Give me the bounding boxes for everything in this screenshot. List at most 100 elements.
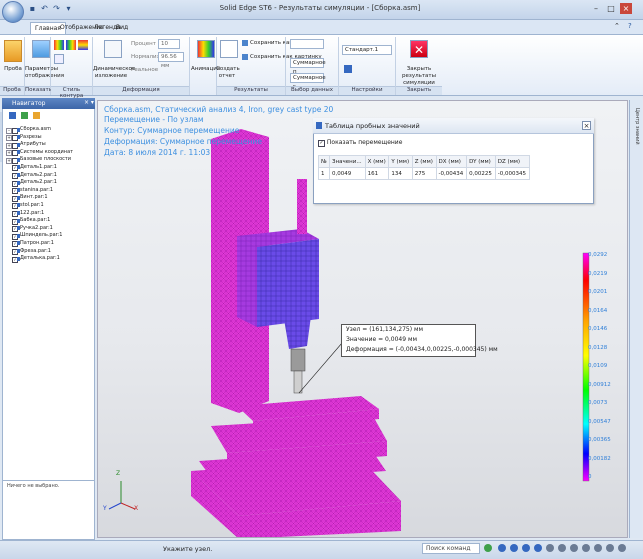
filter-icon[interactable] <box>21 112 28 119</box>
percent-input[interactable]: 10 <box>158 39 180 49</box>
tree-item[interactable]: ✓ Патрон.par:1 <box>4 240 94 248</box>
tree-item[interactable]: ✓ Винт.par:1 <box>4 194 94 202</box>
view-orient-icon[interactable] <box>546 544 554 552</box>
save-icon[interactable]: ▪ <box>28 4 37 13</box>
data-select-1[interactable] <box>290 39 324 49</box>
contour-style-icon-3[interactable] <box>78 40 88 50</box>
col-no[interactable]: № <box>317 155 331 168</box>
help-icon[interactable]: ? <box>628 22 632 30</box>
settings-icon[interactable] <box>344 65 352 73</box>
right-dock-strip <box>629 100 642 538</box>
probe-button-label[interactable]: Проба <box>2 66 24 73</box>
tree-item-label: Патрон.par:1 <box>20 239 54 246</box>
application-button[interactable] <box>2 1 24 23</box>
lighting-icon[interactable] <box>594 544 602 552</box>
display-mode-icon[interactable] <box>570 544 578 552</box>
contour-style-icon-4[interactable] <box>54 54 64 64</box>
minimize-icon[interactable]: – <box>590 3 602 14</box>
standard-select[interactable]: Стандарт.1 <box>342 45 392 55</box>
tree-item[interactable]: ✓ Деталь1.par:1 <box>4 164 94 172</box>
tree-item[interactable]: ✓ Деталь2.par:1 <box>4 179 94 187</box>
tab-view[interactable]: Вид <box>112 22 132 34</box>
tree-item[interactable]: ✓ Деталь2.par:1 <box>4 172 94 180</box>
col-dy[interactable]: DY (мм) <box>466 155 496 168</box>
tree-item[interactable]: ✓ 122.par:1 <box>4 210 94 218</box>
redo-icon[interactable]: ↷ <box>52 4 61 13</box>
undo-icon[interactable]: ↶ <box>40 4 49 13</box>
tree-item[interactable]: + Базовые плоскости <box>4 156 94 164</box>
tree-item[interactable]: ✓ Бабка.par:1 <box>4 217 94 225</box>
show-move-checkbox[interactable]: ✓ Показать перемещение <box>318 139 402 147</box>
analysis-title: Сборка.asm, Статический анализ 4, Iron, … <box>104 105 334 114</box>
section-icon[interactable] <box>582 544 590 552</box>
animation-label[interactable]: Анимация <box>191 66 220 73</box>
col-x[interactable]: X (мм) <box>364 155 390 168</box>
col-dx[interactable]: DX (мм) <box>435 155 468 168</box>
col-value[interactable]: Значени... <box>329 155 366 168</box>
close-results-icon[interactable]: ✕ <box>410 40 428 58</box>
dynamic-display-label[interactable]: Динамическое изложение <box>93 66 135 80</box>
search-go-icon[interactable] <box>484 544 492 552</box>
tree-item[interactable]: ✓ Ручка2.par:1 <box>4 225 94 233</box>
tree-item[interactable]: ✓ Деталька.par:1 <box>4 255 94 263</box>
create-report-icon[interactable] <box>220 40 238 58</box>
options-icon[interactable] <box>33 112 40 119</box>
display-params-icon[interactable] <box>32 40 50 58</box>
contour-style-icon-1[interactable] <box>54 40 64 50</box>
part-icon <box>17 249 20 253</box>
col-z[interactable]: Z (мм) <box>411 155 437 168</box>
fit-view-icon[interactable] <box>498 544 506 552</box>
probe-window-title[interactable]: Таблица пробных значений <box>313 118 594 134</box>
maximize-icon[interactable]: □ <box>605 3 617 14</box>
analysis-deformation: Деформация: Суммарное перемещение <box>104 137 262 146</box>
zoom-icon[interactable] <box>510 544 518 552</box>
perspective-icon[interactable] <box>606 544 614 552</box>
tree-item[interactable]: + Системы координат <box>4 149 94 157</box>
tree-item-label: 122.par:1 <box>20 209 45 216</box>
tree-item[interactable]: ✓ stanina.par:1 <box>4 187 94 195</box>
legend-tick-label: 0,00365 <box>588 437 611 443</box>
knowledge-center-tab[interactable]: Центр знаний <box>631 108 640 148</box>
callout-deformation: Деформация = (-0,00434,0,00225,-0,000345… <box>346 346 498 353</box>
shading-icon[interactable] <box>558 544 566 552</box>
probe-table: № Значени... X (мм) Y (мм) Z (мм) DX (мм… <box>317 155 531 180</box>
display-params-label[interactable]: Параметры отображения <box>25 66 64 80</box>
probe-callout: Узел = (161,134,275) мм Значение = 0,004… <box>341 324 498 357</box>
create-report-label[interactable]: Создать отчет <box>216 66 240 80</box>
normalize-input[interactable]: 96.56 мм <box>158 52 184 69</box>
col-y[interactable]: Y (мм) <box>388 155 413 168</box>
data-select-2[interactable]: Суммарное п <box>290 58 326 75</box>
tree-item-label: stol.par:1 <box>20 201 44 208</box>
axis-x-label: X <box>134 505 139 512</box>
command-search-input[interactable]: Поиск команд <box>422 543 480 554</box>
close-icon[interactable]: × <box>620 3 632 14</box>
animation-icon[interactable] <box>197 40 215 58</box>
tree-item[interactable]: – Сборка.asm <box>4 126 94 134</box>
table-row[interactable]: 1 0,0049 161 134 275 -0,00434 0,00225 -0… <box>317 167 531 180</box>
probe-icon[interactable] <box>4 40 22 62</box>
tree-item[interactable]: + Атрибуты <box>4 141 94 149</box>
dynamic-display-icon[interactable] <box>104 40 122 58</box>
contour-style-icon-2[interactable] <box>66 40 76 50</box>
part-icon <box>17 135 20 140</box>
legend-tick-label: 0 <box>588 474 592 480</box>
tree-item-label: Винт.par:1 <box>20 194 48 201</box>
pan-icon[interactable] <box>522 544 530 552</box>
tree-item[interactable]: + Разрезы <box>4 134 94 142</box>
probe-close-icon[interactable]: × <box>582 121 591 130</box>
tree-view-icon[interactable] <box>9 112 16 119</box>
cell-z: 275 <box>411 167 437 180</box>
rotate-icon[interactable] <box>534 544 542 552</box>
qat-menu-icon[interactable]: ▾ <box>64 4 73 13</box>
navigator-close-icon[interactable]: × ▾ <box>84 99 94 106</box>
tree-item[interactable]: ✓ Фреза.par:1 <box>4 248 94 256</box>
close-results-label[interactable]: Закрыть результаты симуляции <box>398 66 440 87</box>
data-select-3[interactable]: Суммарное г <box>290 73 326 90</box>
legend-tick-label: 0,0128 <box>588 344 608 351</box>
col-dz[interactable]: DZ (мм) <box>494 155 531 168</box>
tree-item[interactable]: ✓ stol.par:1 <box>4 202 94 210</box>
options-status-icon[interactable] <box>618 544 626 552</box>
tree-item-label: Сборка.asm <box>20 126 52 132</box>
tree-item[interactable]: ✓ Шпиндель.par:1 <box>4 232 94 240</box>
minimize-ribbon-icon[interactable]: ⌃ <box>614 22 620 30</box>
